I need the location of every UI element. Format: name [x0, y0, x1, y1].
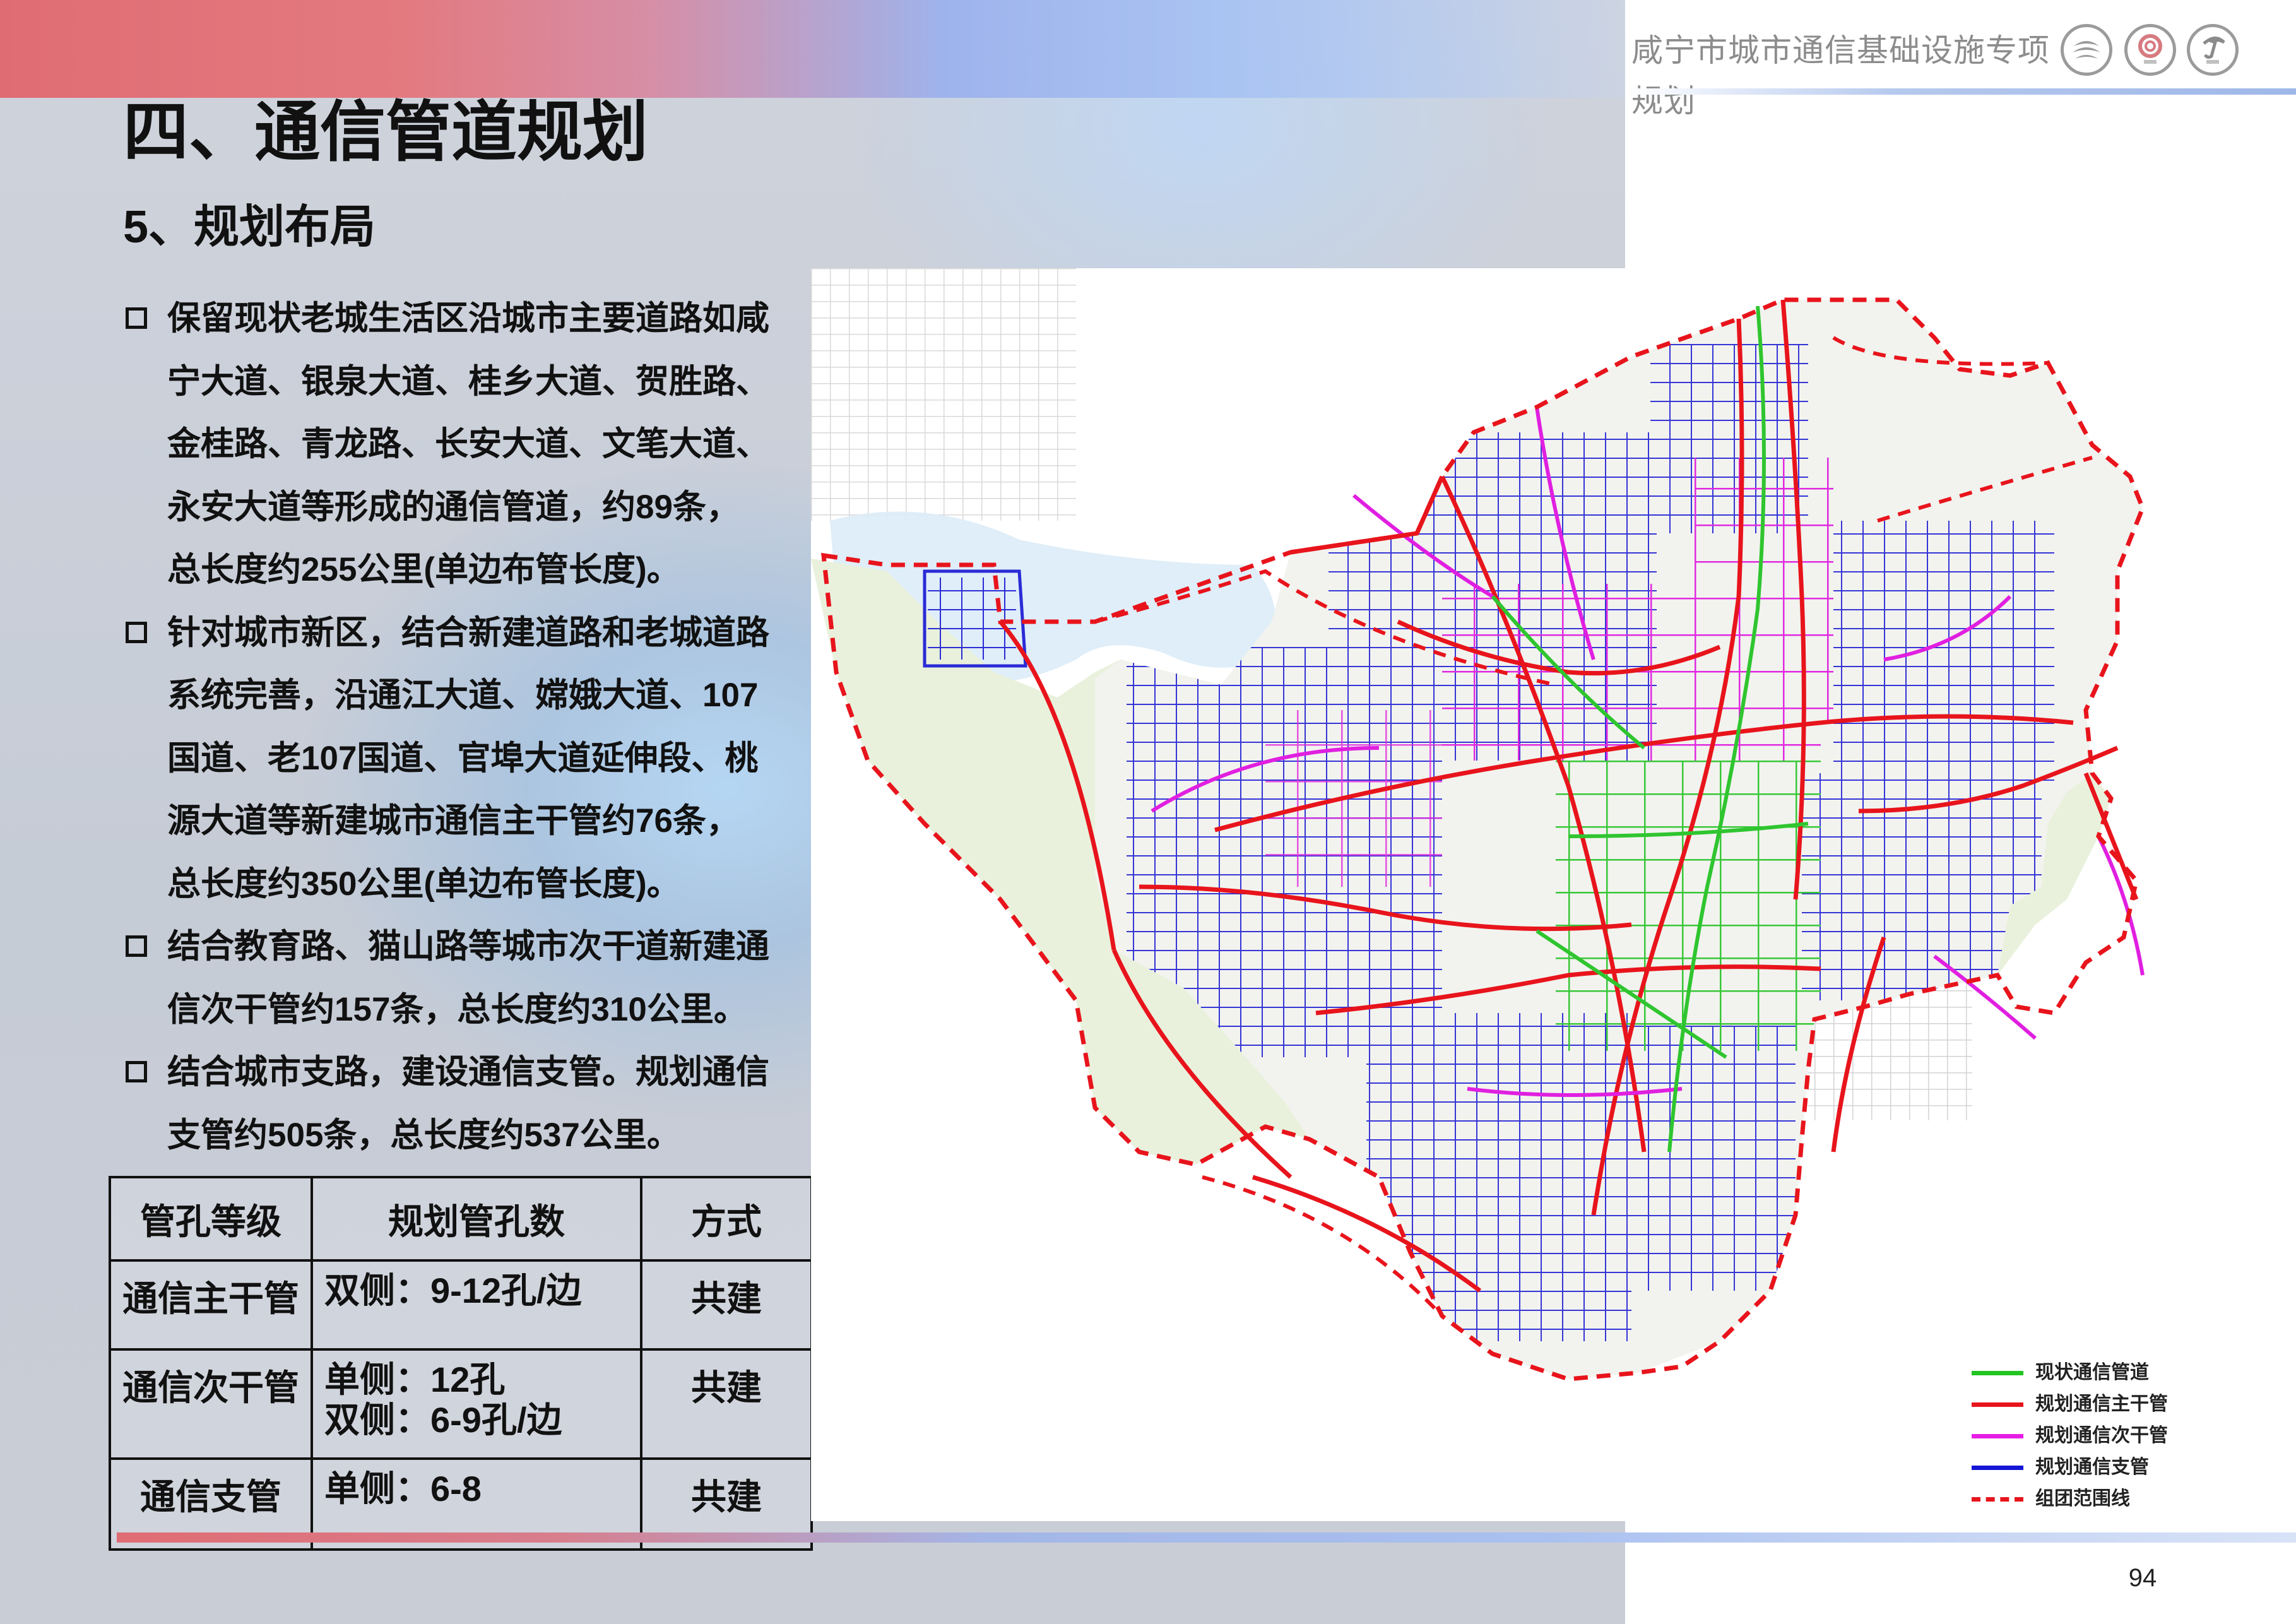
bullet-item: 结合教育路、猫山路等城市次干道新建通 信次干管约157条，总长度约310公里。 [123, 915, 811, 1041]
cell-line: 单侧：12孔 [324, 1360, 506, 1399]
bullet-line: 永安大道等形成的通信管道，约89条， [167, 488, 740, 526]
legend-item: 组团范围线 [1969, 1483, 2184, 1515]
legend-swatch [1972, 1434, 2023, 1438]
china-unicom-logo-icon [2124, 24, 2176, 76]
china-mobile-logo-icon [2061, 24, 2112, 76]
page-title: 四、通信管道规划 [123, 96, 649, 169]
table-row: 通信次干管 单侧：12孔 双侧：6-9孔/边 共建 [109, 1348, 813, 1460]
bullet-line: 结合城市支路，建设通信支管。规划通信 [167, 1053, 769, 1091]
bullet-line: 总长度约350公里(单边布管长度)。 [167, 865, 680, 903]
legend-swatch [1972, 1466, 2023, 1470]
bullet-line: 宁大道、银泉大道、桂乡大道、贺胜路、 [167, 362, 769, 400]
table-cell: 通信次干管 [109, 1348, 313, 1460]
map-canvas [811, 268, 2145, 1382]
page-number: 94 [2128, 1564, 2157, 1592]
bullet-line: 金桂路、青龙路、长安大道、文笔大道、 [167, 425, 769, 463]
bullet-list: 保留现状老城生活区沿城市主要道路如咸 宁大道、银泉大道、桂乡大道、贺胜路、 金桂… [123, 287, 811, 1166]
legend-item: 现状通信管道 [1969, 1357, 2184, 1389]
bullet-line: 结合教育路、猫山路等城市次干道新建通 [167, 928, 769, 965]
legend-label: 现状通信管道 [2035, 1362, 2149, 1383]
legend-label: 规划通信支管 [2035, 1457, 2149, 1478]
china-telecom-logo-icon [2187, 24, 2239, 76]
city-map [811, 268, 2296, 1521]
legend-label: 规划通信次干管 [2035, 1425, 2168, 1446]
bullet-line: 针对城市新区，结合新建道路和老城道路 [167, 613, 769, 651]
bullet-line: 信次干管约157条，总长度约310公里。 [167, 990, 747, 1028]
footer-bar [117, 1532, 2296, 1543]
table-cell: 单侧：12孔 双侧：6-9孔/边 [311, 1348, 642, 1460]
table-header: 方式 [640, 1176, 813, 1262]
header-banner [0, 0, 1625, 98]
section-subtitle: 5、规划布局 [123, 202, 376, 252]
table-header: 规划管孔数 [311, 1176, 642, 1262]
bullet-line: 源大道等新建城市通信主干管约76条， [167, 802, 740, 839]
duct-spec-table: 管孔等级 规划管孔数 方式 通信主干管 双侧：9-12孔/边 共建 通信次干管 … [109, 1176, 813, 1551]
bullet-line: 系统完善，沿通江大道、嫦娥大道、107 [167, 677, 759, 714]
checkbox-bullet-icon [126, 307, 147, 329]
legend-label: 组团范围线 [2035, 1488, 2130, 1509]
bullet-item: 针对城市新区，结合新建道路和老城道路 系统完善，沿通江大道、嫦娥大道、107 国… [123, 602, 811, 916]
map-legend: 现状通信管道 规划通信主干管 规划通信次干管 规划通信支管 组团范围线 [1969, 1357, 2184, 1515]
checkbox-bullet-icon [126, 1061, 147, 1082]
bullet-item: 保留现状老城生活区沿城市主要道路如咸 宁大道、银泉大道、桂乡大道、贺胜路、 金桂… [123, 287, 811, 602]
bullet-line: 保留现状老城生活区沿城市主要道路如咸 [167, 300, 769, 337]
cell-line: 单侧：6-8 [324, 1469, 482, 1508]
cell-line: 双侧：6-9孔/边 [324, 1400, 562, 1440]
legend-item: 规划通信支管 [1969, 1452, 2184, 1483]
legend-item: 规划通信主干管 [1969, 1389, 2184, 1420]
legend-swatch [1972, 1497, 2023, 1502]
table-cell: 共建 [640, 1348, 813, 1460]
document-title: 咸宁市城市通信基础设施专项规划 [1631, 33, 2050, 119]
legend-label: 规划通信主干管 [2035, 1394, 2168, 1414]
table-header-row: 管孔等级 规划管孔数 方式 [109, 1176, 813, 1262]
legend-swatch [1972, 1402, 2023, 1407]
header-rule [1625, 88, 2296, 95]
bullet-line: 总长度约255公里(单边布管长度)。 [167, 551, 680, 588]
table-cell: 通信主干管 [109, 1259, 313, 1351]
bullet-line: 国道、老107国道、官埠大道延伸段、桃 [167, 739, 759, 777]
table-cell: 双侧：9-12孔/边 [311, 1259, 642, 1351]
checkbox-bullet-icon [126, 621, 147, 643]
table-cell: 共建 [640, 1259, 813, 1351]
bullet-item: 结合城市支路，建设通信支管。规划通信 支管约505条，总长度约537公里。 [123, 1041, 811, 1166]
checkbox-bullet-icon [126, 935, 147, 957]
table-header: 管孔等级 [109, 1176, 313, 1262]
legend-swatch [1972, 1371, 2023, 1375]
cell-line: 双侧：9-12孔/边 [324, 1271, 582, 1310]
table-row: 通信主干管 双侧：9-12孔/边 共建 [109, 1259, 813, 1351]
legend-item: 规划通信次干管 [1969, 1420, 2184, 1452]
bullet-line: 支管约505条，总长度约537公里。 [167, 1116, 680, 1154]
